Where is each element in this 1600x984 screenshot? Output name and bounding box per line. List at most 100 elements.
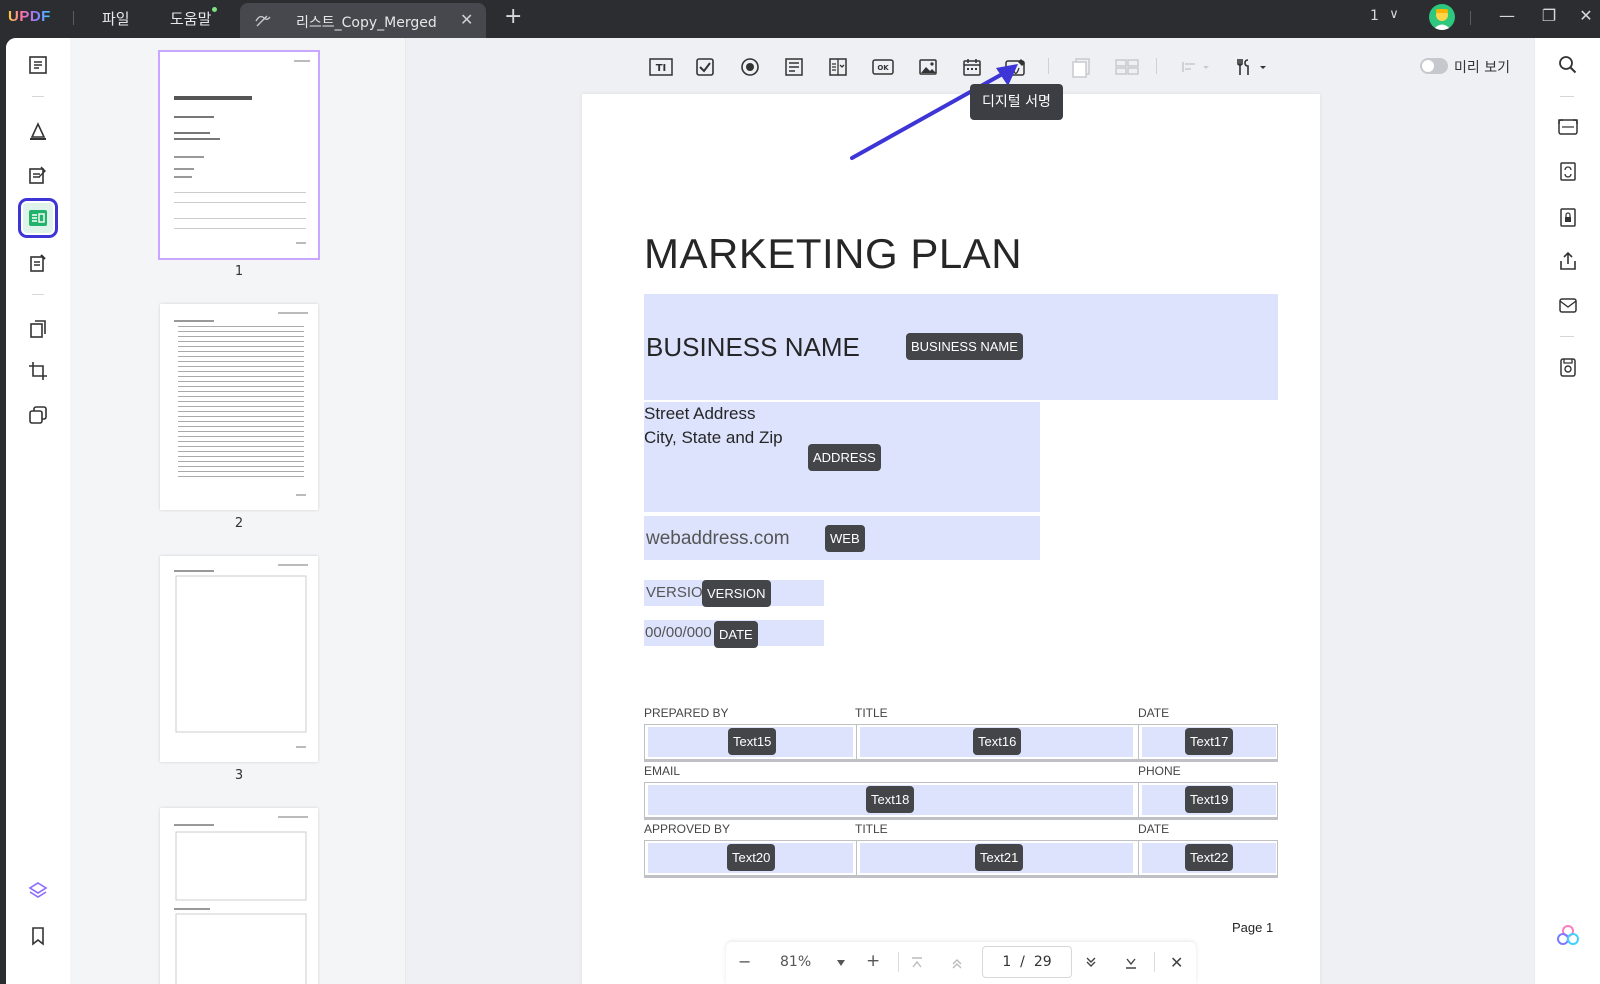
- field-tag[interactable]: DATE: [714, 621, 758, 648]
- toolbar-separator: [1156, 58, 1157, 74]
- field-tag[interactable]: Text20: [727, 844, 776, 871]
- date-label: DATE: [1138, 822, 1170, 836]
- new-tab-button[interactable]: +: [504, 6, 522, 28]
- zoom-level[interactable]: 81%: [780, 954, 811, 970]
- pages-icon: [30, 320, 46, 338]
- prepared-by-label: PREPARED BY: [644, 706, 729, 720]
- cell-divider: [1138, 841, 1139, 875]
- duplicate-field-icon: [1072, 58, 1090, 78]
- protect-button[interactable]: [1555, 204, 1581, 230]
- field-tag[interactable]: Text17: [1185, 728, 1234, 755]
- tools-icon: [1237, 59, 1266, 75]
- title-bar: UPDF 파일 도움말 리스트_Copy_Merged ✕ + 1 ∨ — ❐ …: [0, 0, 1600, 38]
- text-field-tool[interactable]: TI: [648, 54, 674, 80]
- page-thumbnail[interactable]: [158, 50, 320, 260]
- page-footer: Page 1: [1232, 920, 1274, 935]
- field-tag[interactable]: BUSINESS NAME: [906, 333, 1023, 360]
- thumbnail-preview: [174, 816, 308, 984]
- prepare-form-button[interactable]: [18, 198, 58, 238]
- zoom-bar: − 81% + 1 / 29 ✕: [726, 942, 1196, 984]
- title-label: TITLE: [855, 706, 888, 720]
- approved-by-label: APPROVED BY: [644, 822, 731, 836]
- field-tag[interactable]: Text22: [1185, 844, 1234, 871]
- radio-button-tool[interactable]: [737, 54, 763, 80]
- field-tag[interactable]: Text18: [866, 786, 915, 813]
- minimize-button[interactable]: —: [1495, 6, 1519, 25]
- avatar[interactable]: [1429, 4, 1455, 30]
- book-icon: [29, 56, 47, 74]
- field-tag[interactable]: VERSION: [702, 580, 771, 607]
- highlighter-icon: [30, 122, 46, 140]
- tab-title: 리스트_Copy_Merged: [296, 15, 437, 31]
- field-tag[interactable]: WEB: [825, 525, 865, 552]
- left-toolbar: [6, 38, 70, 984]
- title-separator: [1470, 11, 1471, 25]
- fill-sign-button[interactable]: [23, 248, 53, 278]
- search-button[interactable]: [1555, 52, 1581, 78]
- page-thumbnail[interactable]: [160, 808, 318, 984]
- bookmark-button[interactable]: [23, 921, 53, 951]
- ai-assistant-button[interactable]: [1555, 922, 1581, 948]
- align-tool[interactable]: [1178, 54, 1212, 80]
- close-zoom-bar-button[interactable]: ✕: [1170, 953, 1183, 972]
- reader-mode-button[interactable]: [23, 50, 53, 80]
- page-thumbnail[interactable]: [160, 556, 318, 762]
- field-tag[interactable]: ADDRESS: [808, 444, 881, 471]
- page-number-input[interactable]: 1 / 29: [982, 946, 1072, 978]
- last-page-icon[interactable]: [1124, 956, 1138, 970]
- layers-button[interactable]: [23, 876, 53, 906]
- share-button[interactable]: [1555, 248, 1581, 274]
- checkbox-tool[interactable]: [692, 54, 718, 80]
- save-button[interactable]: [1555, 354, 1581, 380]
- zoom-in-button[interactable]: +: [866, 951, 880, 971]
- menu-help[interactable]: 도움말: [170, 8, 211, 29]
- menu-file[interactable]: 파일: [102, 8, 130, 29]
- app-window: 1 2 3 TI OK 미리 보기 MARKETING PLAN BUSINES…: [6, 38, 1600, 984]
- thumbnail-preview: [174, 564, 308, 748]
- field-tag[interactable]: Text16: [973, 728, 1022, 755]
- organize-pages-button[interactable]: [23, 314, 53, 344]
- chevron-down-icon[interactable]: ∨: [1382, 7, 1406, 22]
- restore-button[interactable]: ❐: [1537, 6, 1561, 25]
- previous-page-icon[interactable]: [950, 956, 964, 970]
- street-text: Street Address: [644, 404, 756, 423]
- ocr-button[interactable]: [1555, 114, 1581, 140]
- first-page-icon[interactable]: [910, 956, 924, 970]
- grid-layout-tool[interactable]: [1112, 54, 1142, 80]
- share-icon: [1560, 251, 1576, 270]
- edit-pdf-button[interactable]: [23, 160, 53, 190]
- web-text: webaddress.com: [646, 528, 790, 549]
- document-tab[interactable]: 리스트_Copy_Merged ✕: [240, 3, 486, 38]
- cell-divider: [856, 725, 857, 759]
- zoom-separator: [898, 952, 899, 972]
- crop-button[interactable]: [23, 356, 53, 386]
- close-window-button[interactable]: ✕: [1574, 6, 1598, 25]
- field-tag[interactable]: Text15: [728, 728, 777, 755]
- cell-divider: [856, 841, 857, 875]
- rail-separator: [1560, 96, 1574, 97]
- field-tag[interactable]: Text19: [1185, 786, 1234, 813]
- comment-button[interactable]: [23, 116, 53, 146]
- tab-close-icon[interactable]: ✕: [460, 10, 473, 29]
- bookmark-icon: [32, 927, 44, 946]
- tools-button[interactable]: [23, 400, 53, 430]
- open-count[interactable]: 1: [1370, 8, 1379, 24]
- next-page-icon[interactable]: [1084, 956, 1098, 970]
- thumbnail-preview: [174, 312, 308, 496]
- user-avatar-icon: [1433, 9, 1451, 30]
- duplicate-field-tool[interactable]: [1068, 54, 1094, 80]
- convert-icon: [1560, 162, 1576, 181]
- page-thumbnail[interactable]: [160, 304, 318, 510]
- field-properties-tool[interactable]: [1234, 54, 1268, 80]
- pdf-page: MARKETING PLAN BUSINESS NAME BUSINESS NA…: [582, 94, 1320, 984]
- thumbnail-panel: 1 2 3: [70, 38, 406, 984]
- list-box-tool[interactable]: [781, 54, 807, 80]
- zoom-dropdown-icon[interactable]: [836, 959, 846, 967]
- zoom-out-button[interactable]: −: [738, 952, 751, 971]
- email-button[interactable]: [1555, 292, 1581, 318]
- convert-button[interactable]: [1555, 158, 1581, 184]
- field-tag[interactable]: Text21: [975, 844, 1024, 871]
- title-label: TITLE: [855, 822, 888, 836]
- preview-toggle[interactable]: [1420, 58, 1448, 74]
- thumbnail-number: 2: [234, 516, 244, 531]
